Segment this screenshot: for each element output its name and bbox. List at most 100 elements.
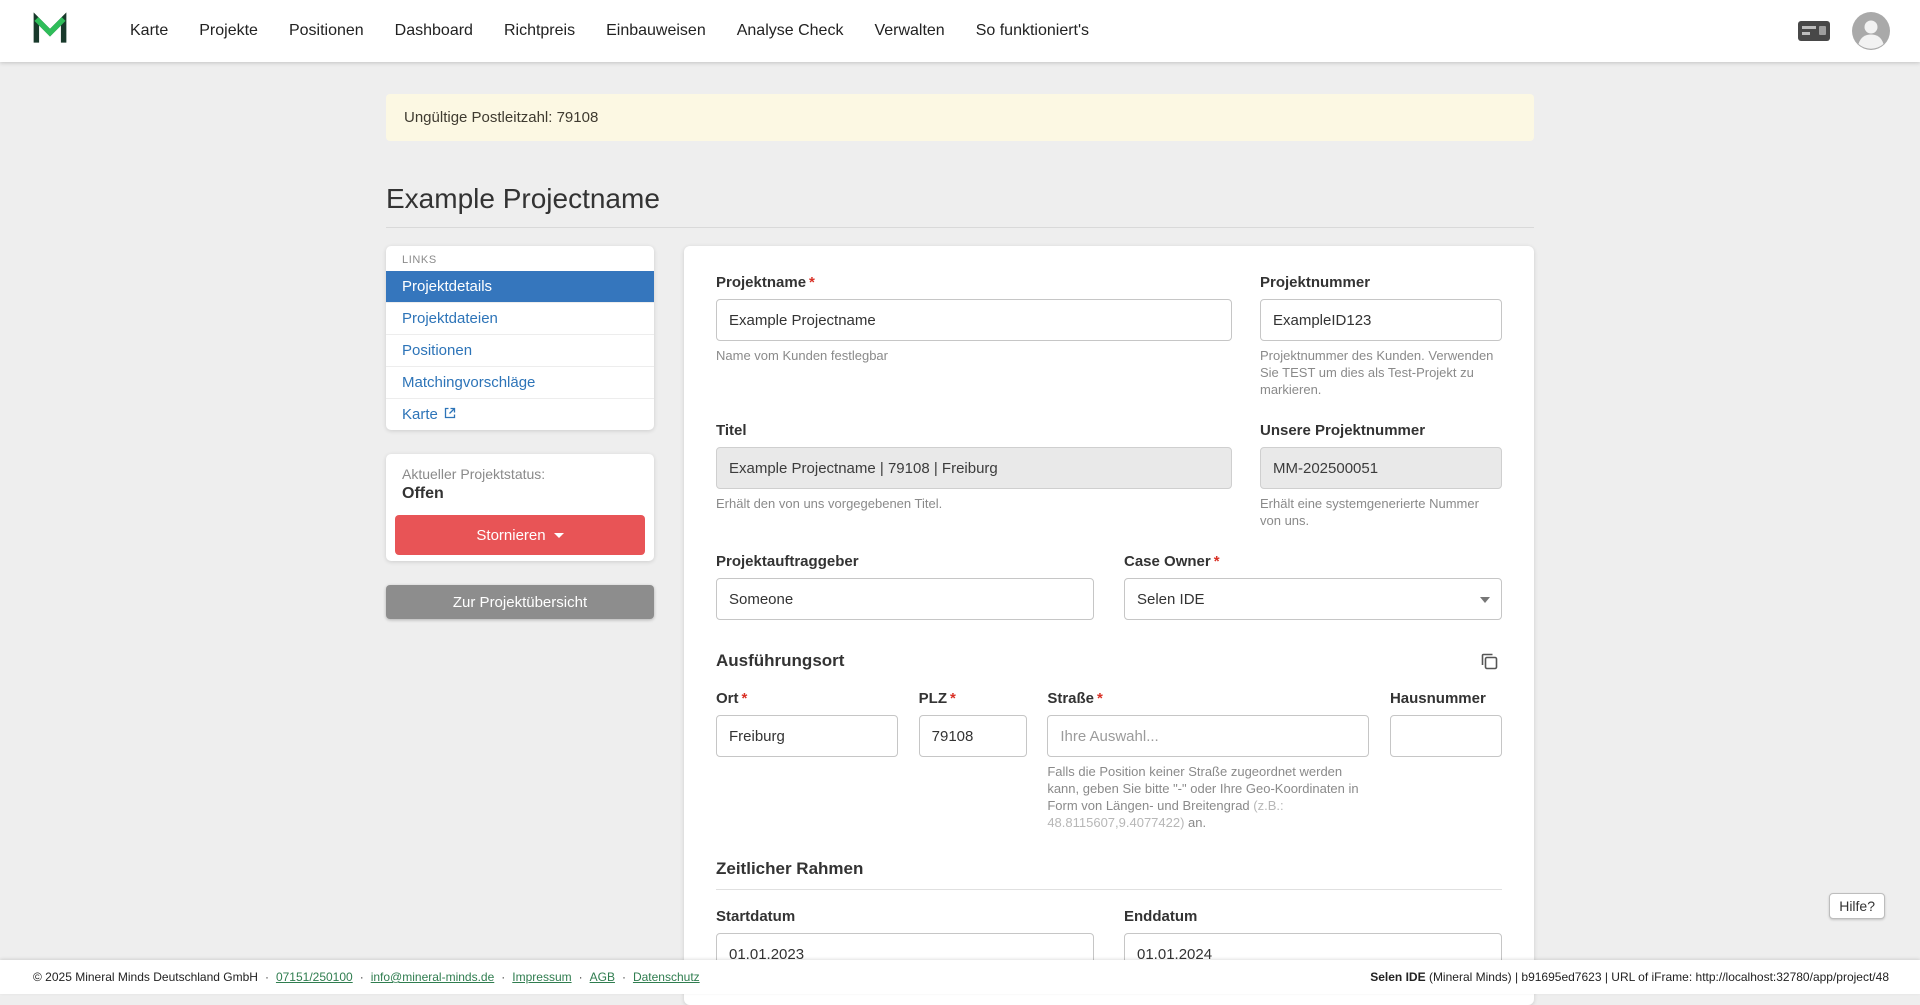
user-avatar-icon[interactable] xyxy=(1852,12,1890,50)
footer-phone-link[interactable]: 07151/250100 xyxy=(276,970,353,984)
field-titel: Titel Erhält den von uns vorgegebenen Ti… xyxy=(716,422,1232,529)
required-marker: * xyxy=(1214,553,1220,570)
projektauftraggeber-input[interactable] xyxy=(716,578,1094,620)
stornieren-button-label: Stornieren xyxy=(476,527,545,544)
ausfuehrungsort-heading: Ausführungsort xyxy=(716,651,844,671)
copy-icon[interactable] xyxy=(1476,648,1502,674)
sidebar-item-label: Positionen xyxy=(402,341,472,360)
help-button[interactable]: Hilfe? xyxy=(1829,893,1885,919)
footer-datenschutz-link[interactable]: Datenschutz xyxy=(633,970,700,984)
field-unsere-projektnummer: Unsere Projektnummer Erhält eine systemg… xyxy=(1260,422,1502,529)
sidebar-item-karte[interactable]: Karte xyxy=(386,398,654,430)
project-status-label: Aktueller Projektstatus: xyxy=(395,466,645,482)
sidebar-item-positionen[interactable]: Positionen xyxy=(386,334,654,366)
field-projektname: Projektname* Name vom Kunden festlegbar xyxy=(716,274,1232,398)
ort-label: Ort xyxy=(716,690,739,707)
footer-session-info: Selen IDE (Mineral Minds) | b91695ed7623… xyxy=(1370,970,1889,984)
field-strasse: Straße* Falls die Position keiner Straße… xyxy=(1047,690,1369,831)
case-owner-label: Case Owner xyxy=(1124,553,1211,570)
projektname-label: Projektname xyxy=(716,274,806,291)
nav-item-richtpreis[interactable]: Richtpreis xyxy=(502,16,577,46)
field-case-owner: Case Owner* Selen IDE xyxy=(1124,553,1502,620)
field-projektauftraggeber: Projektauftraggeber xyxy=(716,553,1094,620)
field-projektnummer: Projektnummer Projektnummer des Kunden. … xyxy=(1260,274,1502,398)
alert-text: Ungültige Postleitzahl: 79108 xyxy=(404,109,598,126)
hausnummer-label: Hausnummer xyxy=(1390,690,1486,707)
project-details-card: Projektname* Name vom Kunden festlegbar … xyxy=(684,246,1534,1005)
caret-down-icon xyxy=(554,533,564,538)
nav-item-dashboard[interactable]: Dashboard xyxy=(393,16,475,46)
footer-user-name: Selen IDE xyxy=(1370,970,1425,984)
footer-agb-link[interactable]: AGB xyxy=(590,970,615,984)
external-link-icon xyxy=(444,405,456,424)
links-card: LINKS Projektdetails Projektdateien Posi… xyxy=(386,246,654,430)
sidebar-item-projektdateien[interactable]: Projektdateien xyxy=(386,302,654,334)
plz-label: PLZ xyxy=(919,690,947,707)
mineral-minds-logo[interactable] xyxy=(30,9,70,54)
top-navbar: Karte Projekte Positionen Dashboard Rich… xyxy=(0,0,1920,62)
unsere-projektnummer-helper: Erhält eine systemgenerierte Nummer von … xyxy=(1260,495,1502,529)
nav-item-analyse-check[interactable]: Analyse Check xyxy=(735,16,846,46)
titel-helper: Erhält den von uns vorgegebenen Titel. xyxy=(716,495,1232,512)
footer-email-link[interactable]: info@mineral-minds.de xyxy=(371,970,495,984)
titel-input xyxy=(716,447,1232,489)
plz-input[interactable] xyxy=(919,715,1027,757)
footer-impressum-link[interactable]: Impressum xyxy=(512,970,571,984)
field-plz: PLZ* xyxy=(919,690,1027,831)
field-hausnummer: Hausnummer xyxy=(1390,690,1502,831)
footer: © 2025 Mineral Minds Deutschland GmbH 07… xyxy=(0,960,1920,994)
project-status-value: Offen xyxy=(395,485,645,503)
footer-session-details: (Mineral Minds) | b91695ed7623 | URL of … xyxy=(1426,970,1889,984)
card-terminal-icon[interactable] xyxy=(1796,18,1832,44)
projektnummer-input[interactable] xyxy=(1260,299,1502,341)
title-divider xyxy=(386,227,1534,228)
nav-item-projekte[interactable]: Projekte xyxy=(197,16,260,46)
unsere-projektnummer-input xyxy=(1260,447,1502,489)
links-card-header: LINKS xyxy=(386,246,654,271)
nav-item-einbauweisen[interactable]: Einbauweisen xyxy=(604,16,708,46)
section-divider xyxy=(716,889,1502,890)
case-owner-selected-value: Selen IDE xyxy=(1137,591,1205,608)
projektnummer-helper: Projektnummer des Kunden. Verwenden Sie … xyxy=(1260,347,1502,398)
nav-item-so-funktionierts[interactable]: So funktioniert's xyxy=(974,16,1091,46)
unsere-projektnummer-label: Unsere Projektnummer xyxy=(1260,422,1425,439)
nav-item-verwalten[interactable]: Verwalten xyxy=(872,16,946,46)
alert-banner: Ungültige Postleitzahl: 79108 xyxy=(386,94,1534,141)
startdatum-label: Startdatum xyxy=(716,908,795,925)
required-marker: * xyxy=(950,690,956,707)
footer-copyright: © 2025 Mineral Minds Deutschland GmbH xyxy=(33,970,258,984)
required-marker: * xyxy=(1097,690,1103,707)
ort-input[interactable] xyxy=(716,715,898,757)
zeitlicher-rahmen-heading: Zeitlicher Rahmen xyxy=(716,859,1502,879)
sidebar-item-label: Karte xyxy=(402,405,438,424)
strasse-input[interactable] xyxy=(1047,715,1369,757)
strasse-helper: Falls die Position keiner Straße zugeord… xyxy=(1047,763,1369,831)
sidebar-item-matchingvorschlaege[interactable]: Matchingvorschläge xyxy=(386,366,654,398)
titel-label: Titel xyxy=(716,422,747,439)
hausnummer-input[interactable] xyxy=(1390,715,1502,757)
sidebar-item-label: Matchingvorschläge xyxy=(402,373,535,392)
projektname-input[interactable] xyxy=(716,299,1232,341)
main-navigation: Karte Projekte Positionen Dashboard Rich… xyxy=(128,16,1091,46)
strasse-label: Straße xyxy=(1047,690,1094,707)
caret-down-icon xyxy=(1480,597,1490,603)
sidebar-item-label: Projektdetails xyxy=(402,277,492,296)
project-status-card: Aktueller Projektstatus: Offen Storniere… xyxy=(386,454,654,561)
stornieren-button[interactable]: Stornieren xyxy=(395,515,645,555)
projektname-helper: Name vom Kunden festlegbar xyxy=(716,347,1232,364)
projektnummer-label: Projektnummer xyxy=(1260,274,1370,291)
footer-left: © 2025 Mineral Minds Deutschland GmbH 07… xyxy=(33,970,700,984)
sidebar-item-projektdetails[interactable]: Projektdetails xyxy=(386,271,654,302)
sidebar-item-label: Projektdateien xyxy=(402,309,498,328)
zur-projektuebersicht-button[interactable]: Zur Projektübersicht xyxy=(386,585,654,619)
required-marker: * xyxy=(742,690,748,707)
nav-item-karte[interactable]: Karte xyxy=(128,16,170,46)
navbar-right xyxy=(1796,12,1890,50)
logo-icon xyxy=(30,9,70,54)
nav-item-positionen[interactable]: Positionen xyxy=(287,16,366,46)
field-ort: Ort* xyxy=(716,690,898,831)
enddatum-label: Enddatum xyxy=(1124,908,1197,925)
page-title: Example Projectname xyxy=(386,183,1534,215)
case-owner-select[interactable]: Selen IDE xyxy=(1124,578,1502,620)
sidebar: LINKS Projektdetails Projektdateien Posi… xyxy=(386,246,654,619)
